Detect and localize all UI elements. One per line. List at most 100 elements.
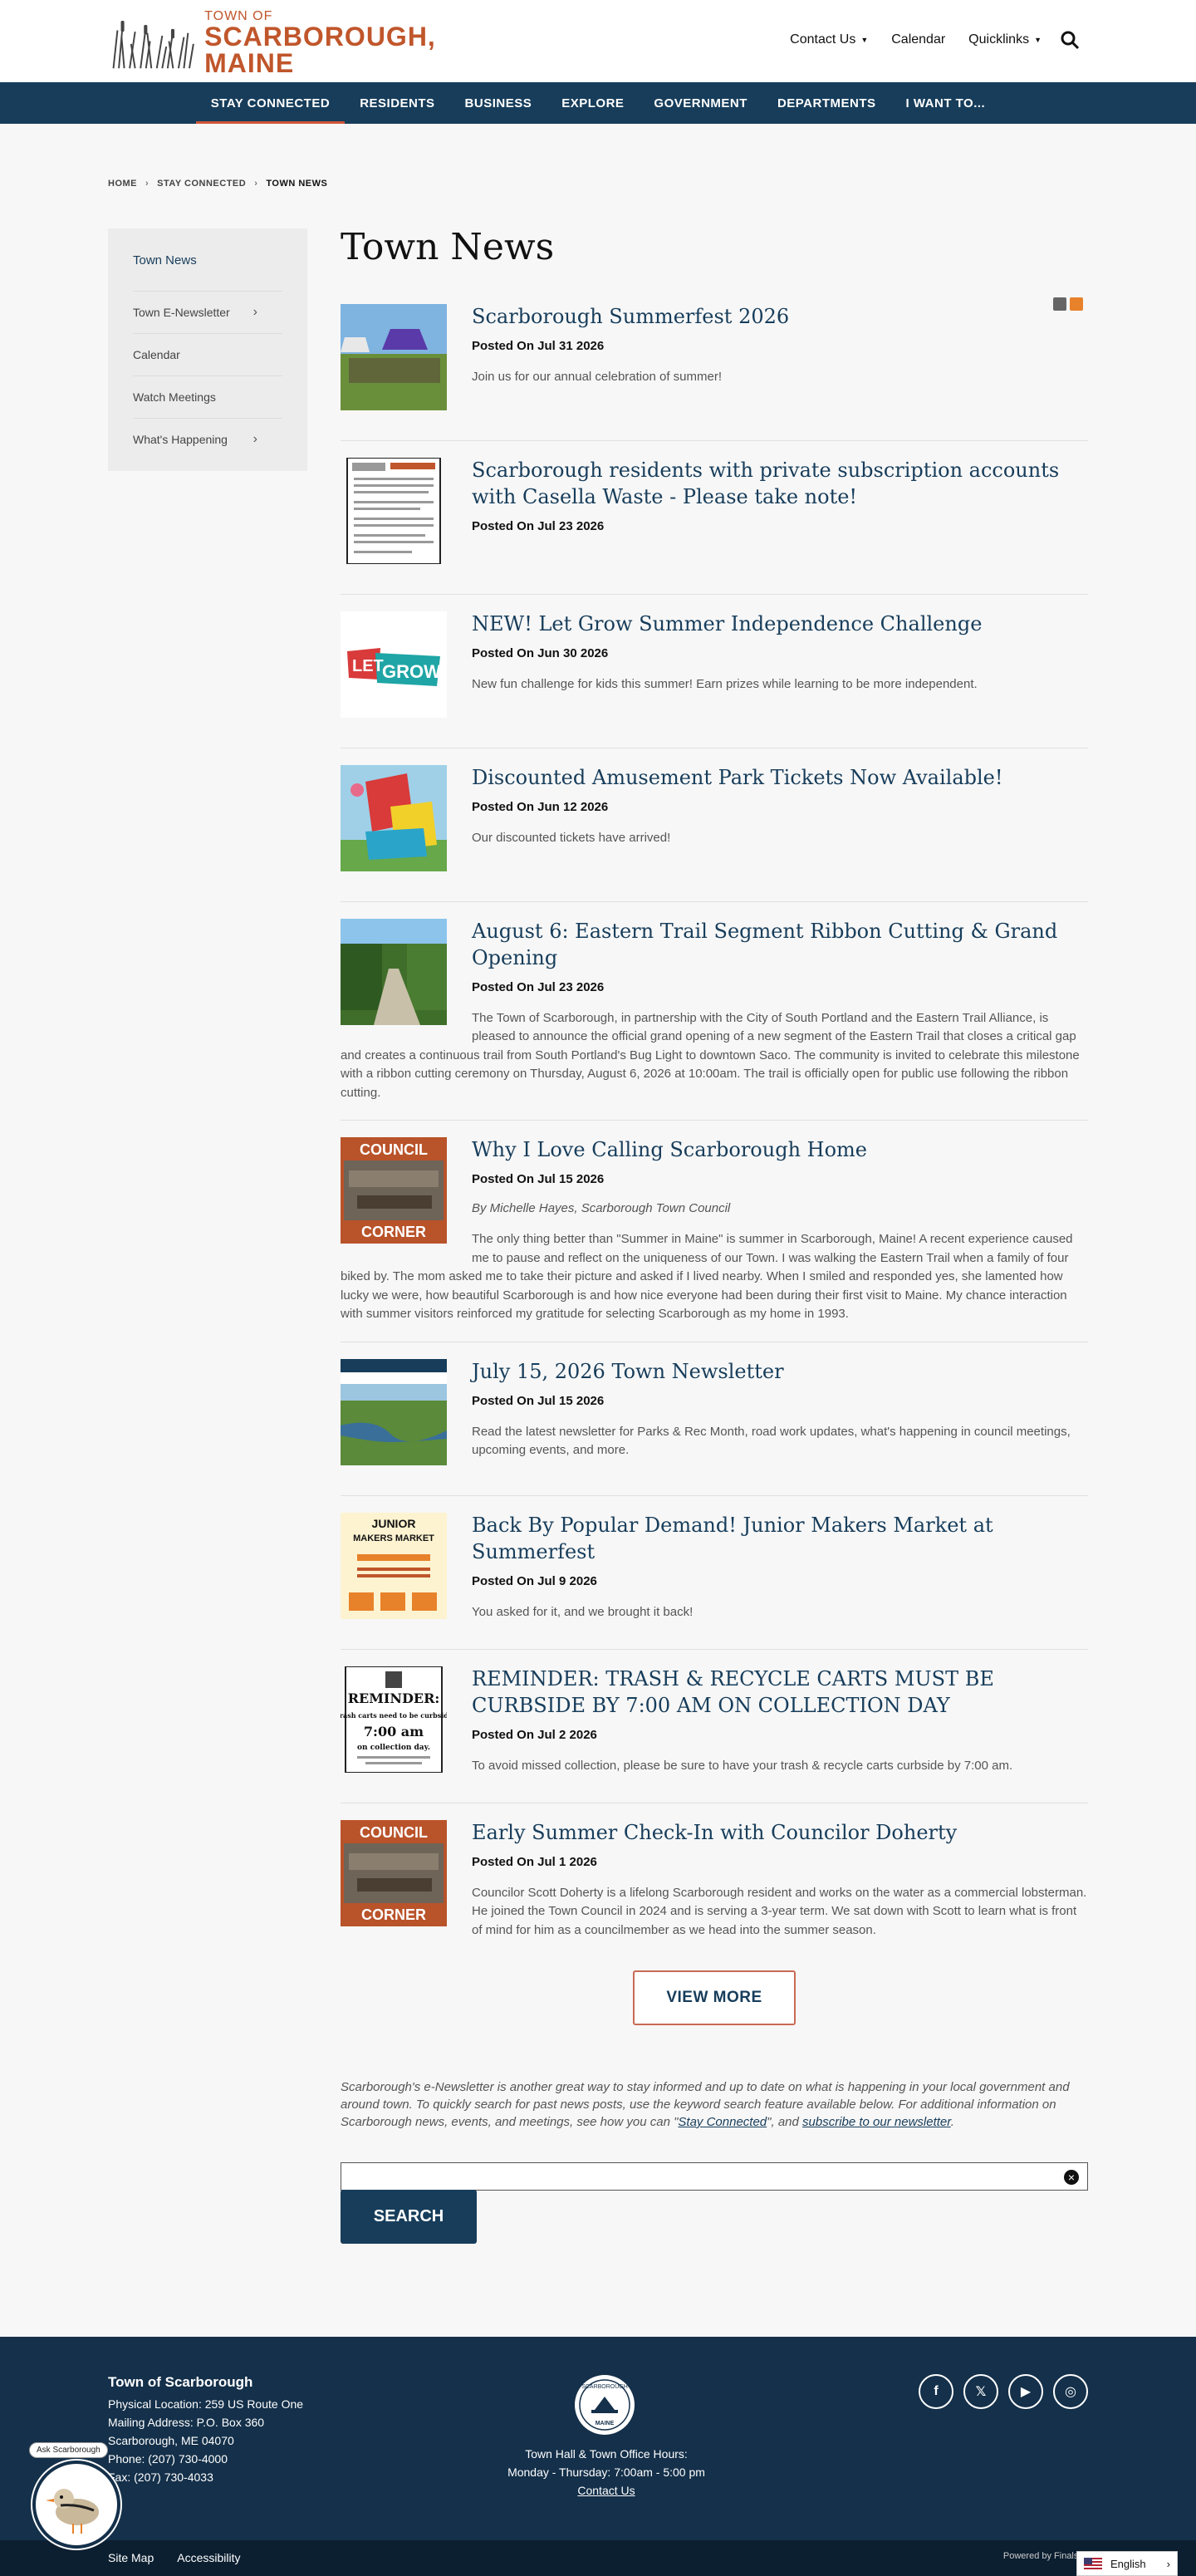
cattail-logo-icon — [112, 21, 194, 69]
search-icon[interactable] — [1060, 30, 1080, 50]
news-title[interactable]: Early Summer Check-In with Councilor Doh… — [472, 1821, 957, 1844]
x-twitter-icon[interactable]: 𝕏 — [963, 2374, 998, 2409]
chevron-right-icon[interactable]: › — [253, 305, 257, 320]
news-search-input[interactable] — [341, 2163, 1056, 2190]
seal-town-name: SCARBOROUGH — [581, 2384, 628, 2390]
sidebar-item-whats-happening[interactable]: What's Happening › — [133, 418, 282, 460]
page-title: Town News — [341, 226, 555, 268]
facebook-icon[interactable]: f — [919, 2374, 953, 2409]
accessibility-link[interactable]: Accessibility — [177, 2551, 240, 2564]
news-description: To avoid missed collection, please be su… — [472, 1758, 1013, 1773]
news-item: LET GROW NEW! Let Grow Summer Independenc… — [341, 595, 1088, 748]
nav-government[interactable]: GOVERNMENT — [639, 82, 762, 124]
news-title[interactable]: July 15, 2026 Town Newsletter — [472, 1360, 784, 1383]
sidebar-item-watch-meetings[interactable]: Watch Meetings — [133, 375, 282, 418]
util-quicklinks-label: Quicklinks — [968, 32, 1030, 47]
news-thumbnail[interactable] — [341, 458, 447, 564]
news-date: Posted On Jun 30 2026 — [472, 645, 609, 660]
news-thumbnail[interactable]: REMINDER: All trash carts need to be curb… — [341, 1666, 447, 1773]
footer-fax: Fax: (207) 730-4033 — [108, 2471, 213, 2484]
nav-i-want-to[interactable]: I WANT TO... — [891, 82, 1001, 124]
tickets-illustration — [341, 765, 447, 871]
news-thumbnail[interactable] — [341, 1358, 447, 1465]
nav-explore[interactable]: EXPLORE — [547, 82, 639, 124]
nav-departments[interactable]: DEPARTMENTS — [762, 82, 891, 124]
footer-phone[interactable]: Phone: (207) 730-4000 — [108, 2450, 303, 2468]
news-title[interactable]: REMINDER: TRASH & RECYCLE CARTS MUST BE … — [472, 1667, 994, 1717]
search-button[interactable]: SEARCH — [341, 2190, 477, 2244]
corner-label: CORNER — [361, 1906, 426, 1923]
makers-market-label: MAKERS MARKET — [353, 1533, 434, 1543]
news-thumbnail[interactable]: COUNCIL CORNER — [341, 1137, 447, 1244]
reminder-label: REMINDER: — [348, 1690, 440, 1706]
reminder-flyer: REMINDER: All trash carts need to be curb… — [341, 1666, 447, 1773]
news-item: COUNCIL CORNER Early Summer Check-In with… — [341, 1803, 1088, 1957]
news-description: Councilor Scott Doherty is a lifelong Sc… — [472, 1885, 1087, 1937]
sidebar: Town News Town E-Newsletter › Calendar Wa… — [108, 228, 307, 471]
sidebar-title[interactable]: Town News — [133, 253, 307, 267]
footer-links: Site Map Accessibility — [108, 2551, 241, 2564]
nav-residents[interactable]: RESIDENTS — [345, 82, 449, 124]
news-thumbnail[interactable]: JUNIOR MAKERS MARKET — [341, 1512, 447, 1619]
junior-makers-flyer: JUNIOR MAKERS MARKET — [341, 1512, 447, 1619]
chatbot-avatar[interactable] — [32, 2461, 120, 2549]
news-description: The only thing better than "Summer in Ma… — [341, 1232, 1073, 1322]
council-corner-image: COUNCIL CORNER — [341, 1819, 447, 1926]
site-map-link[interactable]: Site Map — [108, 2551, 154, 2564]
news-item: REMINDER: All trash carts need to be curb… — [341, 1650, 1088, 1803]
util-calendar[interactable]: Calendar — [891, 32, 945, 47]
footer-contact-link[interactable]: Contact Us — [577, 2484, 635, 2497]
chevron-right-icon: › — [1166, 2557, 1170, 2570]
breadcrumb-current: TOWN NEWS — [266, 179, 328, 189]
youtube-icon[interactable]: ▶ — [1008, 2374, 1043, 2409]
news-title[interactable]: Scarborough residents with private subsc… — [472, 459, 1059, 508]
news-thumbnail[interactable] — [341, 765, 447, 871]
news-date: Posted On Jul 31 2026 — [472, 338, 605, 353]
chevron-right-icon[interactable]: › — [253, 432, 257, 447]
enews-info: Scarborough's e-Newsletter is another gr… — [341, 2078, 1088, 2131]
instagram-icon[interactable]: ◎ — [1053, 2374, 1088, 2409]
news-title[interactable]: August 6: Eastern Trail Segment Ribbon C… — [472, 920, 1057, 969]
town-logo[interactable]: TOWN OF SCARBOROUGH, MAINE — [108, 10, 473, 76]
news-thumbnail[interactable] — [341, 304, 447, 410]
powered-by[interactable]: Powered by Finalsite — [1003, 2551, 1088, 2561]
language-selector[interactable]: English › — [1076, 2551, 1178, 2576]
view-more-button[interactable]: VIEW MORE — [633, 1970, 796, 2026]
news-date: Posted On Jul 9 2026 — [472, 1573, 597, 1588]
sidebar-item-label: Calendar — [133, 348, 180, 361]
news-thumbnail[interactable]: COUNCIL CORNER — [341, 1819, 447, 1926]
enews-text-mid: ", and — [767, 2115, 803, 2129]
breadcrumb-home[interactable]: HOME — [108, 179, 137, 189]
clear-icon[interactable]: × — [1064, 2170, 1079, 2185]
bird-icon — [46, 2489, 99, 2534]
util-calendar-label: Calendar — [891, 32, 946, 47]
chevron-down-icon: ▼ — [860, 36, 869, 44]
news-item: July 15, 2026 Town Newsletter Posted On … — [341, 1342, 1088, 1496]
util-contact-us[interactable]: Contact Us ▼ — [790, 32, 868, 47]
nav-business[interactable]: BUSINESS — [450, 82, 547, 124]
sidebar-item-e-newsletter[interactable]: Town E-Newsletter › — [133, 291, 282, 333]
town-seal-icon: SCARBOROUGH MAINE — [575, 2375, 635, 2435]
stay-connected-link[interactable]: Stay Connected — [678, 2115, 767, 2129]
sidebar-item-calendar[interactable]: Calendar — [133, 333, 282, 375]
news-description: Read the latest newsletter for Parks & R… — [472, 1424, 1071, 1458]
chatbot-widget[interactable]: Ask Scarborough — [29, 2442, 122, 2550]
news-date: Posted On Jul 1 2026 — [472, 1854, 597, 1869]
subscribe-newsletter-link[interactable]: subscribe to our newsletter — [802, 2115, 951, 2129]
news-title[interactable]: Why I Love Calling Scarborough Home — [472, 1138, 867, 1161]
news-title[interactable]: Scarborough Summerfest 2026 — [472, 305, 789, 328]
reminder-line: All trash carts need to be curbside by — [341, 1711, 447, 1720]
footer-org-name: Town of Scarborough — [108, 2374, 253, 2390]
news-thumbnail[interactable]: LET GROW — [341, 611, 447, 718]
logo-text: TOWN OF SCARBOROUGH, MAINE — [204, 10, 473, 77]
news-thumbnail[interactable] — [341, 919, 447, 1025]
reminder-day: on collection day. — [357, 1744, 430, 1752]
news-title[interactable]: Discounted Amusement Park Tickets Now Av… — [472, 766, 1003, 789]
breadcrumb-stay-connected[interactable]: STAY CONNECTED — [157, 179, 246, 189]
news-title[interactable]: Back By Popular Demand! Junior Makers Ma… — [472, 1514, 993, 1563]
council-label: COUNCIL — [360, 1141, 428, 1158]
news-title[interactable]: NEW! Let Grow Summer Independence Challe… — [472, 612, 982, 635]
nav-stay-connected[interactable]: STAY CONNECTED — [195, 82, 346, 124]
util-quicklinks[interactable]: Quicklinks ▼ — [968, 32, 1042, 47]
let-grow-logo: LETGROW — [341, 611, 447, 718]
